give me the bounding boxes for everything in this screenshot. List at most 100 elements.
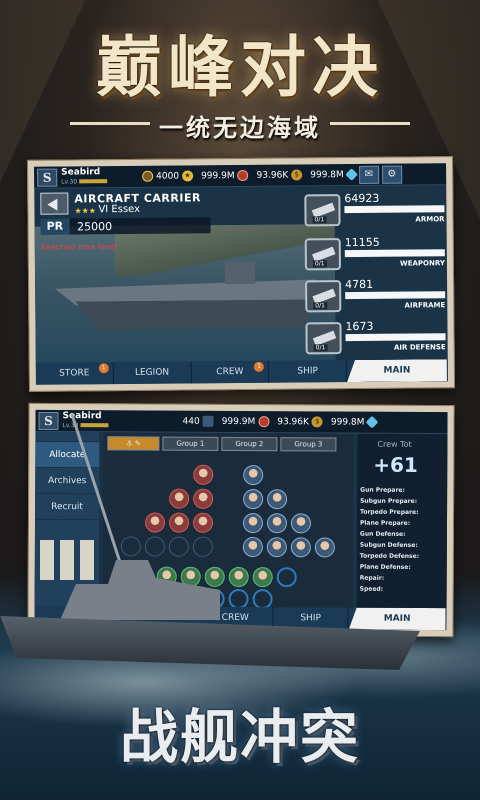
- ship-name: VI Essex: [98, 203, 141, 216]
- credits-resource[interactable]: 999.9M: [201, 169, 249, 182]
- fleet-count: 440: [182, 416, 200, 427]
- game-logo: 战舰冲突: [119, 703, 360, 771]
- cruiser-ship-image: [0, 413, 430, 690]
- menu-spacer: [35, 431, 100, 443]
- credits-count: 999.9M: [201, 170, 235, 181]
- tab-crew-label: CREW: [216, 366, 244, 378]
- hero-title: 巅峰对决: [96, 28, 384, 106]
- gold-resource[interactable]: 93.96K $: [277, 416, 323, 428]
- max-level-warning: Reached max level: [40, 242, 117, 252]
- tab-crew[interactable]: CREW 1: [191, 360, 270, 384]
- stat-value: 4781: [345, 277, 374, 292]
- tab-legion-label: LEGION: [134, 367, 170, 378]
- crew-total-value: +61: [373, 452, 418, 477]
- pr-value: 25000: [77, 219, 113, 233]
- diamond-icon: [365, 415, 379, 429]
- hero-subtitle: 一统无边海域: [159, 114, 321, 142]
- fleet-resource[interactable]: 440: [182, 415, 214, 427]
- player-level: Lv.30: [61, 177, 78, 186]
- status-bar: S Seabird Lv.30 440 999.9M 93.96K $ 999.…: [35, 409, 448, 435]
- crew-slot[interactable]: [243, 465, 264, 486]
- tab-group-1[interactable]: Group 1: [162, 436, 219, 451]
- power-rating: PR 25000: [40, 217, 211, 235]
- stat-airframe[interactable]: 0/1 4781 AIRFRAME: [305, 277, 445, 318]
- gold-count: 93.96K: [277, 416, 309, 427]
- ship-screen: S Seabird Lv.30 4000 ★ 999.9M 93.96K $ 9…: [34, 163, 448, 385]
- stat-name: ARMOR: [415, 215, 445, 224]
- stat-name: AIR DEFENSE: [393, 343, 446, 352]
- gold-coin-icon: $: [291, 169, 303, 181]
- mail-icon[interactable]: ✉: [358, 165, 379, 184]
- stat-value: 64923: [344, 191, 380, 206]
- tab-active-group[interactable]: ⚓ ✎: [107, 436, 160, 451]
- gold-count: 93.96K: [256, 170, 289, 181]
- notification-badge: 1: [254, 361, 265, 372]
- carrier-island: [224, 261, 256, 285]
- carrier-hull: [75, 299, 315, 329]
- carrier-class-icon: [40, 192, 69, 215]
- crew-slot[interactable]: [193, 464, 214, 485]
- ship-funnel: [80, 540, 94, 580]
- tab-legion[interactable]: LEGION: [113, 361, 192, 385]
- ship-funnel: [60, 540, 74, 580]
- trophy-icon: ★: [182, 170, 194, 182]
- group-tabs: ⚓ ✎ Group 1 Group 2 Group 3: [107, 436, 339, 452]
- bottom-nav: STORE 1 LEGION CREW 1 SHIP MAIN: [35, 359, 448, 385]
- gems-count: 999.8M: [310, 169, 344, 180]
- tab-group-3[interactable]: Group 3: [280, 437, 337, 452]
- gear-icon[interactable]: ⚙: [381, 165, 402, 184]
- stat-bar: [344, 205, 445, 214]
- gold-resource[interactable]: 93.96K $: [256, 169, 303, 181]
- credits-icon: [237, 169, 249, 182]
- gems-resource[interactable]: 999.8M: [310, 168, 358, 181]
- game-s-logo[interactable]: S: [37, 168, 58, 187]
- xp-bar: [80, 423, 109, 428]
- diamond-icon: [344, 168, 358, 181]
- fleet-icon: [202, 415, 214, 427]
- credits-icon: [258, 416, 270, 428]
- aircraft-carrier-image: [55, 261, 326, 331]
- medal-icon: [142, 170, 154, 182]
- crew-total-title: Crew Tot: [377, 439, 412, 449]
- stat-level: 0/1: [312, 260, 327, 268]
- medal-resource[interactable]: 4000 ★: [139, 170, 194, 182]
- player-name: Seabird: [62, 410, 102, 421]
- player-info[interactable]: Seabird Lv.30: [61, 167, 131, 186]
- gems-count: 999.8M: [330, 416, 365, 428]
- stat-value: 11155: [344, 235, 380, 250]
- bonus-line: Gun Prepare:: [360, 486, 405, 494]
- stat-bar: [344, 249, 445, 258]
- stat-bar: [345, 291, 446, 300]
- game-s-logo[interactable]: S: [38, 411, 59, 430]
- star-rank-icon: ★★★: [74, 206, 96, 216]
- stat-level: 0/1: [313, 344, 328, 352]
- stat-name: AIRFRAME: [404, 301, 446, 310]
- medal-count: 4000: [156, 171, 180, 182]
- tab-store-label: STORE: [59, 368, 90, 379]
- hero-subtitle-row: 一统无边海域: [0, 108, 480, 142]
- stat-air-defense[interactable]: 0/1 1673 AIR DEFENSE: [305, 319, 446, 360]
- xp-bar: [79, 179, 108, 184]
- status-bar: S Seabird Lv.30 4000 ★ 999.9M 93.96K $ 9…: [34, 163, 447, 189]
- stat-bar: [345, 333, 446, 342]
- credits-count: 999.9M: [221, 416, 256, 427]
- tab-ship-label: SHIP: [297, 366, 318, 377]
- tab-store[interactable]: STORE 1: [35, 362, 114, 385]
- gold-coin-icon: $: [311, 416, 323, 428]
- stat-level: 0/1: [312, 216, 327, 224]
- stat-armor[interactable]: 0/1 64923 ARMOR: [304, 191, 445, 232]
- ship-funnel: [40, 540, 54, 580]
- subtitle-decoration-right: [330, 122, 410, 125]
- stat-value: 1673: [345, 319, 374, 334]
- pr-label: PR: [40, 218, 70, 235]
- screenshot-frame-ship: S Seabird Lv.30 4000 ★ 999.9M 93.96K $ 9…: [26, 156, 456, 392]
- gems-resource[interactable]: 999.8M: [330, 415, 379, 429]
- stat-level: 0/1: [313, 302, 327, 310]
- credits-resource[interactable]: 999.9M: [221, 416, 270, 428]
- stat-weaponry[interactable]: 0/1 11155 WEAPONRY: [304, 235, 445, 276]
- tab-main-label: MAIN: [383, 365, 411, 376]
- stat-name: WEAPONRY: [399, 259, 445, 268]
- tab-main[interactable]: MAIN: [347, 359, 448, 382]
- tab-group-2[interactable]: Group 2: [221, 436, 278, 452]
- tab-ship[interactable]: SHIP: [269, 360, 348, 383]
